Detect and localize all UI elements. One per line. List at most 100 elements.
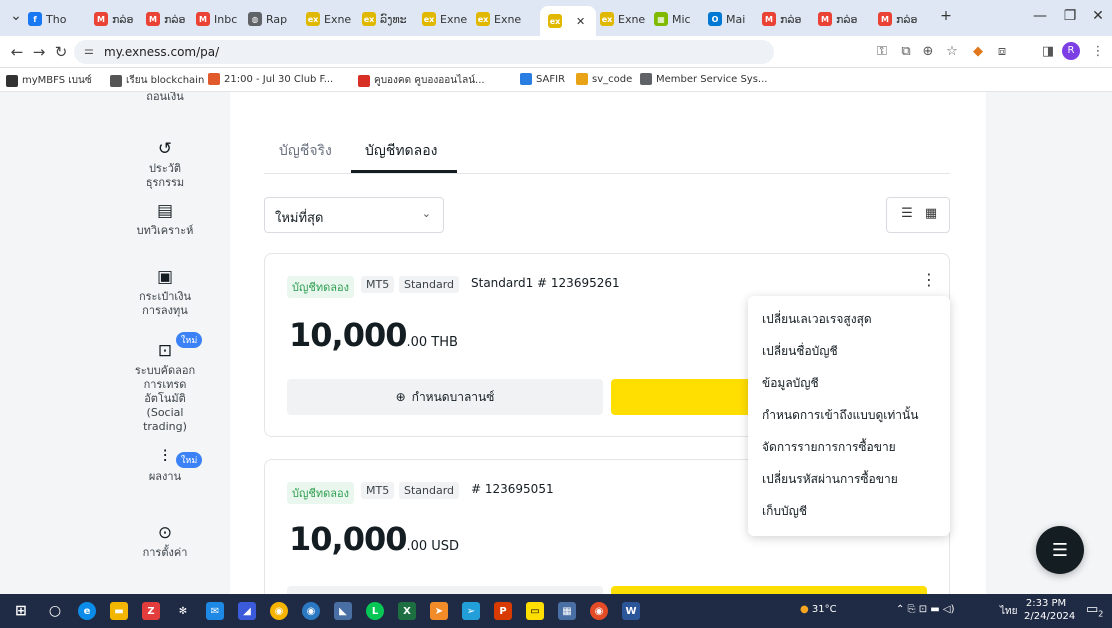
- browser-tab[interactable]: f Tho: [28, 6, 86, 32]
- browser-tab[interactable]: M ກລ່ອ: [762, 6, 812, 32]
- list-view-icon[interactable]: ☰: [897, 206, 917, 221]
- browser-tab[interactable]: M ກລ່ອ: [146, 6, 190, 32]
- profile-avatar[interactable]: R: [1062, 42, 1080, 60]
- restore-icon[interactable]: ❐: [1060, 8, 1080, 24]
- chrome-profile-icon[interactable]: ◉: [302, 602, 320, 620]
- sidebar-item[interactable]: ↺ ประวัติธุรกรรม: [100, 140, 230, 190]
- browser-tab[interactable]: ex Exne: [306, 6, 356, 32]
- more-options-icon[interactable]: ⋮: [921, 270, 937, 289]
- tray-icons[interactable]: ⌃ ⎘ ⊡ ▬ ◁): [896, 604, 955, 615]
- excel-icon[interactable]: X: [398, 602, 416, 620]
- chat-button[interactable]: ☰: [1036, 526, 1084, 574]
- language-indicator[interactable]: ไทย: [1000, 604, 1017, 619]
- password-key-icon[interactable]: ⚿: [874, 44, 890, 59]
- sidebar-item[interactable]: ⊙ การตั้งค่า: [100, 524, 230, 560]
- sidebar-item[interactable]: ▣ กระเป๋าเงินการลงทุน: [100, 268, 230, 318]
- platform-badge: MT5: [361, 482, 395, 499]
- tab-search-icon[interactable]: ⌄: [6, 8, 26, 24]
- telegram-icon[interactable]: ➢: [462, 602, 480, 620]
- exness-icon: ex: [362, 12, 376, 26]
- weather-widget[interactable]: ● 31°C: [800, 604, 837, 615]
- tab-demo-accounts[interactable]: บัญชีทดลอง: [365, 140, 437, 162]
- filezilla-icon[interactable]: Z: [142, 602, 160, 620]
- site-info-icon[interactable]: ⚌: [84, 44, 94, 57]
- chevron-down-icon: ⌄: [421, 207, 431, 220]
- browser-tab[interactable]: M ກລ່ອ: [94, 6, 140, 32]
- menu-item[interactable]: จัดการรายการการซื้อขาย: [762, 438, 896, 457]
- trade-button[interactable]: [611, 586, 927, 594]
- sidebar-item-label: ระบบคัดลอกการเทรดอัตโนมัติ (Social tradi…: [134, 364, 196, 433]
- powerpoint-icon[interactable]: P: [494, 602, 512, 620]
- bookmark-star-icon[interactable]: ☆: [944, 44, 960, 59]
- sidebar-item[interactable]: ⊡ ระบบคัดลอกการเทรดอัตโนมัติ (Social trad…: [100, 342, 230, 434]
- line-icon[interactable]: L: [366, 602, 384, 620]
- bookmark-item[interactable]: 21:00 - Jul 30 Club F...: [208, 73, 333, 85]
- menu-item[interactable]: เปลี่ยนชื่อบัญชี: [762, 342, 838, 361]
- browser-tab[interactable]: ▦ Mic: [654, 6, 702, 32]
- browser-tab[interactable]: ex Exne: [476, 6, 530, 32]
- pinned-app-icon[interactable]: ◣: [334, 602, 352, 620]
- url-field[interactable]: ⚌ my.exness.com/pa/: [74, 40, 774, 64]
- menu-item[interactable]: เก็บบัญชี: [762, 502, 807, 521]
- forward-icon[interactable]: →: [30, 43, 48, 61]
- grid-view-icon[interactable]: ▦: [921, 206, 941, 221]
- browser-tab[interactable]: ex Exne: [422, 6, 470, 32]
- browser-tab[interactable]: M ກລ່ອ: [818, 6, 872, 32]
- menu-item[interactable]: เปลี่ยนเลเวอเรจสูงสุด: [762, 310, 872, 329]
- reload-icon[interactable]: ↻: [52, 43, 70, 61]
- bookmark-item[interactable]: sv_code: [576, 73, 632, 85]
- clock[interactable]: 2:33 PM 2/24/2024: [1024, 597, 1075, 623]
- bookmark-item[interactable]: คูบองคด คูบองออนไลน์...: [358, 73, 485, 88]
- tab-real-accounts[interactable]: บัญชีจริง: [279, 140, 332, 162]
- sidebar-item[interactable]: ▤ บทวิเคราะห์: [100, 202, 230, 238]
- bookmark-item[interactable]: Member Service Sys...: [640, 73, 767, 85]
- minimize-icon[interactable]: —: [1030, 8, 1050, 24]
- close-window-icon[interactable]: ✕: [1088, 8, 1108, 24]
- browser-tab[interactable]: ex ລົງທະ: [362, 6, 416, 32]
- account-options-menu: เปลี่ยนเลเวอเรจสูงสุดเปลี่ยนชื่อบัญชีข้อ…: [748, 296, 950, 536]
- windows-start-icon[interactable]: ⊞: [12, 602, 30, 620]
- new-tab-icon[interactable]: +: [936, 8, 956, 24]
- bookmark-item[interactable]: myMBFS เบนซ์: [6, 73, 92, 88]
- metamask-icon[interactable]: ◆: [970, 44, 986, 59]
- chrome-icon[interactable]: ◉: [270, 602, 288, 620]
- gmail-icon: M: [196, 12, 210, 26]
- browser-tab-label: Tho: [46, 12, 67, 26]
- browser-menu-icon[interactable]: ⋮: [1090, 44, 1106, 59]
- browser-tab[interactable]: O Mai: [708, 6, 756, 32]
- sort-select[interactable]: ใหม่ที่สุด ⌄: [264, 197, 444, 233]
- calculator-icon[interactable]: ▦: [558, 602, 576, 620]
- set-balance-button[interactable]: ⊕ กำหนดบาลานซ์: [287, 379, 603, 415]
- close-tab-icon[interactable]: ✕: [576, 15, 585, 28]
- bookmark-item[interactable]: SAFIR: [520, 73, 565, 85]
- menu-item[interactable]: กำหนดการเข้าถึงแบบดูเท่านั้น: [762, 406, 918, 425]
- set-balance-button[interactable]: [287, 586, 603, 594]
- mail-icon[interactable]: ✉: [206, 602, 224, 620]
- search-icon[interactable]: ○: [46, 602, 64, 620]
- sidebar-item[interactable]: ⫶ ผลงาน: [100, 448, 230, 484]
- browser-tab[interactable]: M Inbc: [196, 6, 242, 32]
- gmail-icon: M: [94, 12, 108, 26]
- extensions-icon[interactable]: ⧈: [994, 44, 1010, 59]
- install-app-icon[interactable]: ⧉: [898, 44, 914, 59]
- word-icon[interactable]: W: [622, 602, 640, 620]
- browser-tab[interactable]: ◍ Rap: [248, 6, 300, 32]
- pinned-app-icon[interactable]: ✻: [174, 602, 192, 620]
- chrome-alt-icon[interactable]: ◉: [590, 602, 608, 620]
- pinned-app-icon[interactable]: ➤: [430, 602, 448, 620]
- notifications-icon[interactable]: ▭2: [1086, 602, 1103, 619]
- browser-tab[interactable]: M ກລ່ອ: [878, 6, 924, 32]
- pinned-app-icon[interactable]: ◢: [238, 602, 256, 620]
- exness-terminal-icon[interactable]: ▭: [526, 602, 544, 620]
- browser-tab[interactable]: ex Exne: [600, 6, 648, 32]
- side-panel-icon[interactable]: ◨: [1040, 44, 1056, 59]
- browser-tab[interactable]: ex ✕: [540, 6, 596, 36]
- menu-item[interactable]: ข้อมูลบัญชี: [762, 374, 819, 393]
- edge-icon[interactable]: e: [78, 602, 96, 620]
- sidebar-item-withdraw[interactable]: ถอนเงิน: [100, 92, 230, 104]
- file-explorer-icon[interactable]: ▬: [110, 602, 128, 620]
- back-icon[interactable]: ←: [8, 43, 26, 61]
- menu-item[interactable]: เปลี่ยนรหัสผ่านการซื้อขาย: [762, 470, 898, 489]
- zoom-icon[interactable]: ⊕: [920, 44, 936, 59]
- bookmark-item[interactable]: เรียน blockchain: [110, 73, 204, 88]
